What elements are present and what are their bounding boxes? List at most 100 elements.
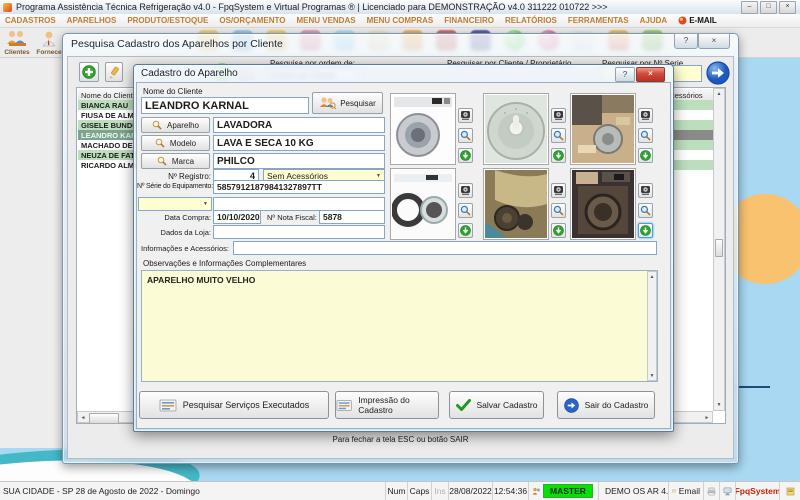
photo6-load-button[interactable]: [638, 223, 653, 238]
menu-ajuda[interactable]: AJUDA: [640, 16, 668, 25]
status-email: Email: [679, 486, 700, 496]
status-printer-segment[interactable]: [704, 482, 720, 500]
magnifier-icon: [553, 130, 564, 141]
green-arrow-icon: [640, 150, 651, 161]
photo2-zoom-button[interactable]: [551, 128, 566, 143]
serie-label: Nº Série do Equipamento:: [137, 183, 211, 190]
salvar-button[interactable]: Salvar Cadastro: [449, 391, 544, 419]
menu-aparelhos[interactable]: APARELHOS: [67, 16, 117, 25]
menu-vendas[interactable]: MENU VENDAS: [296, 16, 355, 25]
sair-button[interactable]: Sair do Cadastro: [557, 391, 655, 419]
photo5-load-button[interactable]: [551, 223, 566, 238]
menu-produto-estoque[interactable]: PRODUTO/ESTOQUE: [127, 16, 208, 25]
scrollbar-thumb[interactable]: [715, 239, 723, 257]
extra-dropdown[interactable]: ▼: [138, 197, 212, 211]
camera-icon: [553, 185, 564, 196]
observacoes-textarea[interactable]: APARELHO MUITO VELHO ▲ ▼: [141, 270, 658, 382]
observacoes-label: Observações e Informações Complementares: [143, 259, 306, 268]
photo6-zoom-button[interactable]: [638, 203, 653, 218]
menu-os-orcamento[interactable]: OS/ORÇAMENTO: [219, 16, 285, 25]
pesquisar-servicos-button[interactable]: Pesquisar Serviços Executados: [139, 391, 329, 419]
marca-button[interactable]: Marca: [141, 153, 210, 169]
status-time: 12:54:36: [493, 482, 529, 500]
photo-repair-parts[interactable]: [570, 93, 636, 165]
pesquisar-label: Pesquisar: [340, 99, 376, 108]
menu-cadastros[interactable]: CADASTROS: [5, 16, 56, 25]
aparelho-button[interactable]: Aparelho: [141, 117, 210, 133]
scroll-up-icon[interactable]: ▲: [714, 89, 724, 99]
photo2-load-button[interactable]: [551, 148, 566, 163]
status-monitor-segment[interactable]: [720, 482, 736, 500]
data-compra-input[interactable]: 10/10/2020: [213, 210, 261, 224]
scrollbar-thumb-h[interactable]: [89, 413, 119, 424]
menu-relatorios[interactable]: RELATÓRIOS: [505, 16, 557, 25]
photo5-capture-button[interactable]: [551, 183, 566, 198]
minimize-button[interactable]: –: [741, 1, 758, 14]
status-brand: FpqSystem: [736, 482, 780, 500]
textarea-scrollbar[interactable]: ▲ ▼: [647, 271, 657, 381]
dialog-close-button[interactable]: ×: [636, 67, 665, 82]
note-icon: [786, 487, 795, 496]
pesquisar-button[interactable]: Pesquisar: [312, 92, 383, 114]
scroll-down-icon[interactable]: ▼: [648, 371, 656, 380]
photo-washer-back-open[interactable]: [570, 168, 636, 240]
add-plus-icon: [82, 65, 96, 79]
photo-internals[interactable]: [483, 168, 549, 240]
menu-ferramentas[interactable]: FERRAMENTAS: [568, 16, 629, 25]
serie-input[interactable]: 58579121879841327897TT: [213, 180, 385, 194]
photo1-zoom-button[interactable]: [458, 128, 473, 143]
edit-record-button[interactable]: [105, 62, 123, 82]
aparelho-input[interactable]: LAVADORA: [213, 117, 385, 133]
salvar-label: Salvar Cadastro: [477, 400, 538, 410]
photo3-zoom-button[interactable]: [638, 128, 653, 143]
client-name-input[interactable]: LEANDRO KARNAL: [141, 97, 309, 114]
photo4-capture-button[interactable]: [458, 183, 473, 198]
photo4-load-button[interactable]: [458, 223, 473, 238]
close-button[interactable]: ×: [779, 1, 796, 14]
add-record-button[interactable]: [79, 62, 99, 82]
magnifier-icon: [155, 138, 165, 148]
app-icon: [3, 3, 12, 12]
marca-input[interactable]: PHILCO: [213, 153, 385, 169]
scroll-right-icon[interactable]: ►: [702, 413, 712, 423]
camera-icon: [640, 110, 651, 121]
nota-fiscal-input[interactable]: 5878: [319, 210, 385, 224]
photo3-load-button[interactable]: [638, 148, 653, 163]
menu-compras[interactable]: MENU COMPRAS: [367, 16, 434, 25]
photo6-capture-button[interactable]: [638, 183, 653, 198]
grid-vertical-scrollbar[interactable]: ▲ ▼: [713, 88, 725, 411]
impressao-button[interactable]: Impressão do Cadastro: [335, 391, 439, 419]
photo3-capture-button[interactable]: [638, 108, 653, 123]
photo2-capture-button[interactable]: [551, 108, 566, 123]
window-help-button[interactable]: ?: [674, 33, 698, 49]
toolbar-fornecedor-button[interactable]: Fornece: [34, 30, 64, 56]
scroll-left-icon[interactable]: ◄: [78, 413, 88, 423]
menu-financeiro[interactable]: FINANCEIRO: [444, 16, 494, 25]
photo1-load-button[interactable]: [458, 148, 473, 163]
modelo-button[interactable]: Modelo: [141, 135, 210, 151]
camera-icon: [460, 110, 471, 121]
scroll-down-icon[interactable]: ▼: [714, 400, 724, 410]
window-close-button[interactable]: ×: [698, 33, 730, 49]
modelo-input[interactable]: LAVA E SECA 10 KG: [213, 135, 385, 151]
dados-loja-input[interactable]: [213, 225, 385, 239]
info-acessorios-input[interactable]: [233, 241, 657, 255]
search-go-button[interactable]: [706, 61, 730, 85]
toolbar-clientes-label: Clientes: [4, 49, 29, 56]
magnifier-icon: [157, 156, 167, 166]
scroll-up-icon[interactable]: ▲: [648, 272, 656, 281]
status-email-segment[interactable]: Email: [669, 482, 704, 500]
toolbar-clientes-button[interactable]: Clientes: [2, 30, 32, 56]
photo1-capture-button[interactable]: [458, 108, 473, 123]
data-compra-label: Data Compra:: [141, 213, 211, 222]
client-column-header[interactable]: Nome do Cliente: [81, 91, 137, 100]
photo5-zoom-button[interactable]: [551, 203, 566, 218]
photo-washer-open-door[interactable]: [390, 168, 456, 240]
photo4-zoom-button[interactable]: [458, 203, 473, 218]
photo-washer-front[interactable]: [390, 93, 456, 165]
extra-input[interactable]: [213, 197, 385, 211]
dialog-help-button[interactable]: ?: [615, 67, 635, 82]
maximize-button[interactable]: □: [760, 1, 777, 14]
photo-drum-top-view[interactable]: [483, 93, 549, 165]
menu-email[interactable]: E-MAIL: [689, 16, 717, 25]
